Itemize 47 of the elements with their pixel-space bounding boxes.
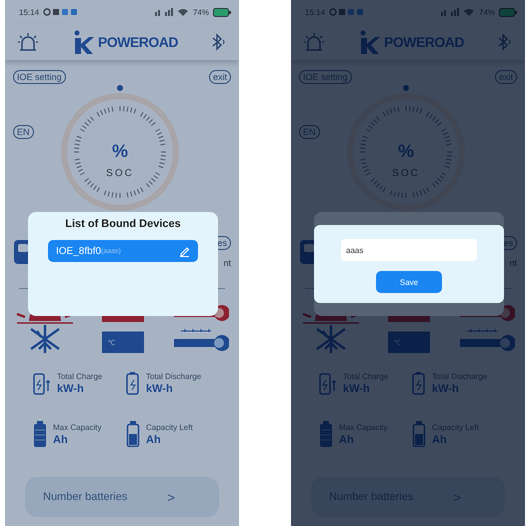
stat-label: Capacity Left	[146, 422, 193, 432]
stat-unit: Ah	[146, 434, 162, 446]
bluetooth-icon[interactable]	[211, 33, 227, 51]
alarm-icon[interactable]	[17, 32, 39, 52]
stat-unit: kW-h	[146, 382, 174, 394]
soc-value: %	[112, 141, 128, 162]
battery-percent: 74%	[192, 8, 209, 16]
ioe-setting-button[interactable]: IOE setting	[13, 70, 66, 84]
logo-icon	[72, 30, 94, 54]
stat-unit: Ah	[53, 434, 69, 446]
side-label: nt	[223, 258, 231, 268]
number-batteries-card[interactable]: Number batteries >	[25, 477, 219, 517]
full-battery-icon	[33, 421, 47, 447]
language-button[interactable]: EN	[13, 125, 34, 139]
battery-bolt-icon	[412, 371, 426, 395]
chevron-icon: >	[167, 490, 175, 504]
notification-icons	[43, 8, 78, 16]
exit-button[interactable]: exit	[208, 70, 231, 84]
card-label: Number batteries	[43, 491, 128, 503]
stat-label: Total Charge	[57, 372, 102, 380]
status-time: 15:14	[19, 8, 40, 16]
half-battery-icon	[126, 421, 140, 447]
name-input[interactable]: aaas	[341, 239, 477, 261]
battery-icon	[213, 8, 231, 16]
battery-icon	[499, 8, 517, 16]
signal-icon	[440, 8, 475, 16]
soc-label: SOC	[106, 168, 134, 179]
soc-value: %	[398, 141, 414, 162]
full-battery-icon	[319, 421, 333, 447]
cold-thermometer-icon	[457, 327, 515, 353]
stat-label: Total Discharge	[146, 372, 202, 380]
brand-name: POWEROAD	[98, 34, 178, 50]
chevron-icon: >	[453, 490, 461, 504]
charging-battery-icon	[319, 371, 337, 395]
device-name: IOE_8fbf0	[56, 246, 102, 256]
battery-bolt-icon	[126, 371, 140, 395]
signal-icon	[154, 8, 189, 16]
dialog-title: List of Bound Devices	[65, 218, 181, 230]
cold-thermometer-icon	[171, 327, 229, 353]
edit-icon[interactable]	[179, 246, 190, 256]
half-battery-icon	[412, 421, 426, 447]
charging-battery-icon	[33, 371, 51, 395]
notification-icons	[329, 8, 364, 16]
save-button[interactable]: Save	[376, 271, 442, 293]
stat-label: Max Capacity	[53, 422, 102, 432]
logo-icon	[358, 30, 380, 54]
stat-unit: kW-h	[57, 382, 85, 394]
